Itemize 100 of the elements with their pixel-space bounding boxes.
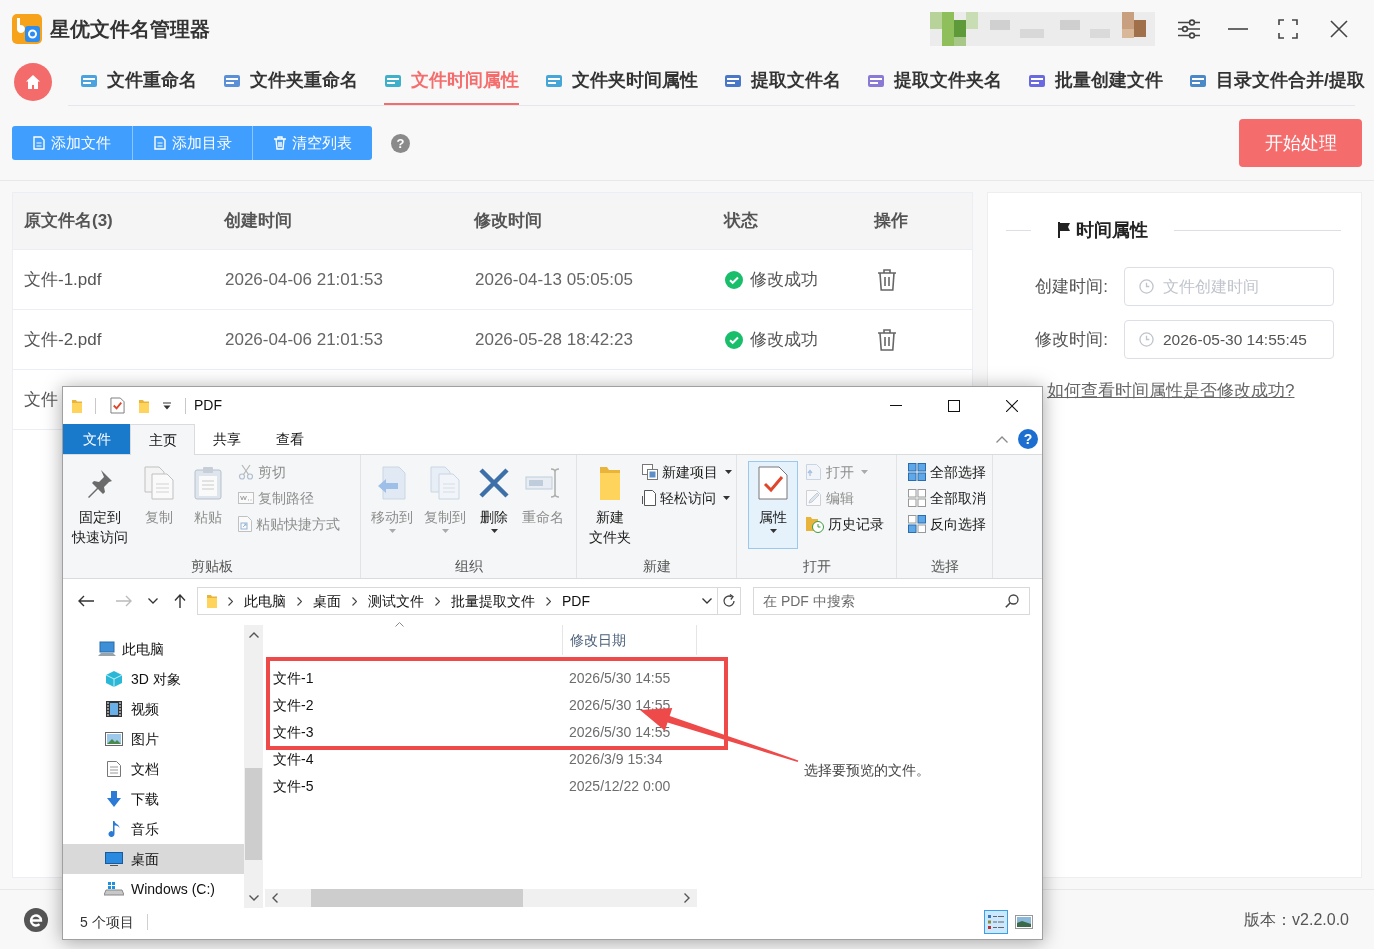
close-icon[interactable] bbox=[1006, 399, 1018, 412]
nav-tab[interactable]: 文件重命名 bbox=[80, 58, 197, 105]
file-name[interactable]: 文件-5 bbox=[273, 777, 314, 794]
column-header[interactable]: 修改日期 bbox=[562, 625, 697, 655]
file-date: 2026/3/9 15:34 bbox=[569, 750, 663, 767]
ribbon-button[interactable]: 历史记录 bbox=[806, 513, 884, 535]
home-button[interactable] bbox=[14, 63, 52, 101]
help-link[interactable]: 如何查看时间属性是否修改成功? bbox=[1047, 378, 1295, 404]
monitor-icon bbox=[105, 852, 123, 866]
file-name[interactable]: 文件-2 bbox=[273, 696, 314, 713]
scrollbar-thumb[interactable] bbox=[311, 889, 523, 907]
document-icon bbox=[642, 490, 656, 506]
chevron-down-icon[interactable] bbox=[702, 598, 712, 604]
text-box-cursor-icon bbox=[525, 468, 561, 498]
trash-icon[interactable] bbox=[877, 267, 897, 292]
breadcrumb[interactable]: PDF bbox=[562, 590, 590, 612]
ribbon-button[interactable]: 删除 bbox=[474, 461, 514, 549]
cube-icon bbox=[106, 671, 122, 687]
ribbon-button[interactable]: 轻松访问 bbox=[642, 487, 732, 509]
card-icon bbox=[545, 72, 563, 89]
chevron-up-icon[interactable] bbox=[996, 435, 1008, 443]
document-pencil-icon bbox=[806, 490, 822, 506]
status-text: 修改成功 bbox=[750, 268, 818, 291]
chevron-right-icon[interactable] bbox=[435, 596, 440, 606]
close-icon[interactable] bbox=[1330, 20, 1348, 38]
ribbon-button[interactable]: 反向选择 bbox=[908, 513, 986, 535]
breadcrumb[interactable]: 桌面 bbox=[313, 590, 341, 612]
nav-tab[interactable]: 目录文件合并/提取 bbox=[1189, 58, 1365, 105]
chevron-down-icon[interactable] bbox=[148, 598, 158, 604]
sort-chevron-icon bbox=[395, 622, 404, 627]
dropdown-caret-icon[interactable] bbox=[163, 401, 171, 410]
download-arrow-icon bbox=[106, 791, 122, 807]
tree-item[interactable]: 下载 bbox=[63, 784, 244, 814]
tree-item[interactable]: 此电脑 bbox=[63, 634, 244, 664]
flag-icon bbox=[1058, 222, 1070, 238]
back-arrow-icon[interactable] bbox=[78, 595, 94, 607]
tree-item[interactable]: 图片 bbox=[63, 724, 244, 754]
tree-item[interactable]: Windows (C:) bbox=[63, 874, 244, 904]
ribbon-button[interactable]: 属性 bbox=[748, 461, 798, 549]
file-name[interactable]: 文件-1 bbox=[273, 669, 314, 686]
table-cell-text: 2026-04-06 21:01:53 bbox=[225, 268, 383, 291]
folder-clock-icon bbox=[806, 515, 824, 533]
ribbon-button[interactable]: 新建项目 bbox=[642, 461, 732, 483]
ribbon-button[interactable]: 新建 文件夹 bbox=[586, 461, 634, 549]
nav-tab[interactable]: 提取文件名 bbox=[724, 58, 841, 105]
tree-item[interactable]: 文档 bbox=[63, 754, 244, 784]
table-cell-text: 2026-04-13 05:05:05 bbox=[475, 268, 633, 291]
view-button[interactable] bbox=[984, 910, 1008, 934]
table-cell-text: 文件-2.pdf bbox=[24, 328, 102, 351]
nav-tab[interactable]: 文件夹时间属性 bbox=[545, 58, 698, 105]
ribbon-button[interactable]: 固定到 快速访问 bbox=[68, 461, 132, 549]
help-icon[interactable]: ? bbox=[1018, 429, 1038, 449]
maximize-icon[interactable] bbox=[948, 399, 960, 412]
search-field[interactable]: 在 PDF 中搜索 bbox=[753, 587, 1030, 615]
scroll-left-icon[interactable] bbox=[272, 893, 278, 903]
chevron-right-icon[interactable] bbox=[546, 596, 551, 606]
address-bar[interactable]: 此电脑 桌面 测试文件 批量提取文件 PDF bbox=[197, 587, 741, 615]
tree-item[interactable]: 桌面 bbox=[63, 844, 244, 874]
scrollbar-thumb[interactable] bbox=[245, 768, 262, 860]
chevron-right-icon[interactable] bbox=[352, 596, 357, 606]
date-time-field[interactable]: 2026-05-30 14:55:45 bbox=[1124, 320, 1334, 359]
breadcrumb[interactable]: 测试文件 bbox=[368, 590, 424, 612]
tree-item[interactable]: 音乐 bbox=[63, 814, 244, 844]
up-arrow-icon[interactable] bbox=[174, 594, 186, 608]
mixed-grid-icon bbox=[908, 515, 926, 533]
ribbon-tab[interactable]: 查看 bbox=[258, 424, 321, 454]
breadcrumb[interactable]: 批量提取文件 bbox=[451, 590, 535, 612]
sliders-icon[interactable] bbox=[1178, 19, 1200, 39]
nav-tab[interactable]: 批量创建文件 bbox=[1028, 58, 1163, 105]
clock-icon bbox=[1139, 279, 1154, 294]
music-note-icon bbox=[108, 821, 120, 837]
fullscreen-icon[interactable] bbox=[1278, 19, 1298, 39]
ribbon-tab[interactable]: 共享 bbox=[195, 424, 258, 454]
chevron-right-icon[interactable] bbox=[297, 596, 302, 606]
scroll-right-icon[interactable] bbox=[684, 893, 690, 903]
tree-item[interactable]: 3D 对象 bbox=[63, 664, 244, 694]
breadcrumb[interactable]: 此电脑 bbox=[244, 590, 286, 612]
file-name[interactable]: 文件-3 bbox=[273, 723, 314, 740]
card-icon bbox=[223, 72, 241, 89]
card-icon bbox=[384, 72, 402, 89]
document-icon bbox=[33, 136, 45, 150]
group-label: 组织 bbox=[454, 556, 483, 576]
tree-item[interactable]: 视频 bbox=[63, 694, 244, 724]
file-name[interactable]: 文件-4 bbox=[273, 750, 314, 767]
ribbon-button[interactable]: 全部选择 bbox=[908, 461, 986, 483]
ribbon-tab[interactable]: 主页 bbox=[130, 424, 195, 455]
nav-tab[interactable]: 文件夹重命名 bbox=[223, 58, 358, 105]
trash-icon[interactable] bbox=[877, 327, 897, 352]
nav-tab[interactable]: 提取文件夹名 bbox=[867, 58, 1002, 105]
scroll-up-icon[interactable] bbox=[248, 632, 259, 638]
checked-document-icon[interactable] bbox=[110, 397, 125, 414]
ribbon-button[interactable]: 全部取消 bbox=[908, 487, 986, 509]
table-cell-text: 文件 bbox=[24, 388, 58, 411]
ribbon-tab[interactable]: 文件 bbox=[63, 424, 130, 454]
scroll-down-icon[interactable] bbox=[248, 895, 259, 901]
chevron-right-icon[interactable] bbox=[228, 596, 233, 606]
date-time-field[interactable]: 文件创建时间 bbox=[1124, 267, 1334, 306]
refresh-icon[interactable] bbox=[722, 594, 736, 608]
group-label: 选择 bbox=[930, 556, 959, 576]
column-header: 状态 bbox=[722, 210, 759, 233]
